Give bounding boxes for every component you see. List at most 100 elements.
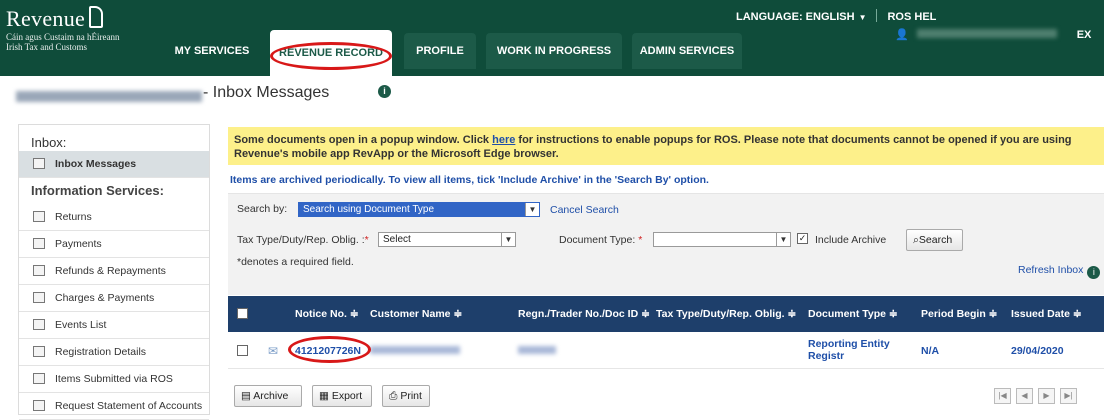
- sidebar-item-payments[interactable]: Payments: [19, 231, 209, 258]
- sidebar-item-label: Inbox Messages: [55, 158, 137, 170]
- issued-date-cell: 29/04/2020: [1011, 345, 1064, 357]
- sidebar-item-statement[interactable]: Request Statement of Accounts: [19, 393, 209, 420]
- search-button[interactable]: ⌕Search: [906, 229, 963, 251]
- revenue-logo[interactable]: Revenue Cáin agus Custaim na hÉireann Ir…: [6, 6, 119, 52]
- here-link[interactable]: here: [492, 134, 515, 146]
- search-by-select[interactable]: Search using Document Type ▼: [298, 202, 540, 217]
- print-button[interactable]: ⎙ Print: [382, 385, 430, 407]
- include-archive-checkbox[interactable]: ✓: [797, 233, 808, 244]
- envelope-icon: [33, 158, 45, 169]
- include-archive-label: Include Archive: [815, 234, 887, 246]
- sidebar-item-events[interactable]: Events List: [19, 312, 209, 339]
- next-page-icon[interactable]: ▶: [1038, 388, 1055, 404]
- table-header: Notice No. ≑ Customer Name ≑ Regn./Trade…: [228, 296, 1104, 332]
- chevron-down-icon: ▼: [525, 203, 539, 216]
- document-type-label: Document Type: *: [559, 234, 643, 246]
- ros-help-link[interactable]: ROS HEL: [887, 11, 936, 23]
- popup-notice: Some documents open in a popup window. C…: [228, 127, 1104, 165]
- column-period-begin[interactable]: Period Begin ≑: [921, 296, 997, 332]
- column-document-type[interactable]: Document Type ≑: [808, 296, 898, 332]
- redacted-text: [370, 346, 460, 354]
- sidebar-item-label: Registration Details: [55, 346, 147, 358]
- document-type-label-text: Document Type:: [559, 234, 636, 246]
- main-content: Some documents open in a popup window. C…: [228, 124, 1104, 415]
- chevron-down-icon: ▼: [776, 233, 790, 246]
- sidebar-heading-information-services: Information Services:: [31, 183, 164, 198]
- column-tax-type[interactable]: Tax Type/Duty/Rep. Oblig. ≑: [656, 296, 796, 332]
- document-icon: [33, 292, 45, 303]
- customer-name-redacted: [16, 91, 202, 102]
- sidebar-item-label: Payments: [55, 238, 102, 250]
- last-page-icon[interactable]: ▶|: [1060, 388, 1077, 404]
- returns-icon: [33, 211, 45, 222]
- first-page-icon[interactable]: |◀: [994, 388, 1011, 404]
- archive-button[interactable]: ▤ Archive: [234, 385, 302, 407]
- sidebar-item-label: Events List: [55, 319, 107, 331]
- red-annotation-circle: [288, 336, 371, 363]
- sidebar-item-submitted[interactable]: Items Submitted via ROS: [19, 366, 209, 393]
- export-label: Export: [331, 390, 363, 402]
- tab-profile[interactable]: PROFILE: [404, 33, 476, 69]
- print-label: Print: [400, 390, 422, 402]
- exit-link[interactable]: EX: [1077, 29, 1092, 41]
- language-bar: LANGUAGE: ENGLISH ▼ ROS HEL: [736, 9, 936, 23]
- sidebar-item-label: Items Submitted via ROS: [55, 373, 173, 385]
- sidebar-item-returns[interactable]: Returns: [19, 204, 209, 231]
- brand-subtitle-english: Irish Tax and Customs: [6, 42, 87, 52]
- chevron-down-icon: ▼: [501, 233, 515, 246]
- info-icon[interactable]: i: [378, 85, 391, 98]
- refresh-inbox-link[interactable]: Refresh Inbox i: [1018, 264, 1101, 279]
- red-annotation-circle: [270, 42, 392, 70]
- select-all-checkbox[interactable]: [237, 308, 248, 319]
- column-issued-date[interactable]: Issued Date ≑: [1011, 296, 1082, 332]
- document-type-select[interactable]: ▼: [653, 232, 791, 247]
- redacted-text: [518, 346, 556, 354]
- sidebar-item-refunds[interactable]: Refunds & Repayments: [19, 258, 209, 285]
- column-notice-no[interactable]: Notice No. ≑: [295, 296, 359, 332]
- card-icon: [33, 238, 45, 249]
- archive-note: Items are archived periodically. To view…: [230, 174, 709, 186]
- cancel-search-link[interactable]: Cancel Search: [550, 204, 619, 216]
- sidebar-item-registration[interactable]: Registration Details: [19, 339, 209, 366]
- checkbox-icon: [33, 373, 45, 384]
- tax-type-value: Select: [383, 234, 411, 245]
- info-icon: i: [1087, 266, 1101, 279]
- export-button[interactable]: ▦ Export: [312, 385, 372, 407]
- required-note: *denotes a required field.: [237, 256, 354, 268]
- user-line: 👤 EX: [895, 28, 1091, 41]
- harp-icon: [89, 6, 104, 28]
- row-checkbox[interactable]: [237, 345, 248, 356]
- period-begin-cell: N/A: [921, 345, 940, 357]
- refresh-inbox-label: Refresh Inbox: [1018, 264, 1084, 276]
- checkbox-icon: [33, 346, 45, 357]
- tab-my-services[interactable]: MY SERVICES: [166, 33, 258, 69]
- list-icon: [33, 319, 45, 330]
- sidebar-item-charges[interactable]: Charges & Payments: [19, 285, 209, 312]
- sidebar-item-inbox-messages[interactable]: Inbox Messages: [19, 151, 209, 178]
- language-selector[interactable]: LANGUAGE: ENGLISH: [736, 11, 855, 23]
- sidebar-item-label: Charges & Payments: [55, 292, 155, 304]
- search-by-value: Search using Document Type: [303, 204, 435, 215]
- search-button-label: Search: [918, 234, 953, 246]
- column-regn-trader[interactable]: Regn./Trader No./Doc ID ≑: [518, 296, 650, 332]
- chevron-down-icon: ▼: [858, 13, 867, 22]
- envelope-icon: ✉: [268, 344, 279, 358]
- printer-icon: ⎙: [389, 390, 401, 402]
- brand-title: Revenue: [6, 6, 86, 31]
- tax-type-label: Tax Type/Duty/Rep. Oblig. :*: [237, 234, 369, 246]
- regn-number-redacted: [518, 333, 556, 369]
- tax-type-select[interactable]: Select ▼: [378, 232, 516, 247]
- top-header: Revenue Cáin agus Custaim na hÉireann Ir…: [0, 0, 1104, 76]
- sidebar: Inbox: Inbox Messages Information Servic…: [18, 124, 210, 420]
- notice-text: Some documents open in a popup window. C…: [234, 134, 493, 146]
- prev-page-icon[interactable]: ◀: [1016, 388, 1033, 404]
- divider: [876, 9, 878, 22]
- sidebar-item-label: Request Statement of Accounts: [55, 400, 203, 412]
- tab-work-in-progress[interactable]: WORK IN PROGRESS: [486, 33, 622, 69]
- column-customer-name[interactable]: Customer Name ≑: [370, 296, 462, 332]
- user-name-redacted: [916, 29, 1057, 38]
- refund-icon: [33, 265, 45, 276]
- document-type-cell[interactable]: Reporting Entity Registr: [808, 333, 908, 369]
- tab-admin-services[interactable]: ADMIN SERVICES: [632, 33, 742, 69]
- sidebar-item-label: Refunds & Repayments: [55, 265, 166, 277]
